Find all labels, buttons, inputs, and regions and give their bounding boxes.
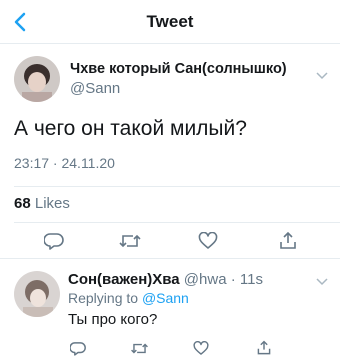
replying-to-label: Replying to [68,290,139,306]
retweet-icon [130,343,148,353]
retweet-button[interactable] [117,230,143,252]
reply-header: Сон(важен)Хва @hwa · 11s [68,271,263,288]
top-bar: Tweet [0,0,340,44]
divider [14,222,340,223]
tweet-text: А чего он такой милый? [14,117,247,140]
page-title: Tweet [146,12,194,31]
reply-icon [70,341,86,356]
tweet-timestamp[interactable]: 23:17 · 24.11.20 [14,155,115,171]
reply-retweet-button[interactable] [128,339,150,357]
reply-avatar[interactable] [14,271,60,317]
share-icon [257,340,271,355]
tweet-options-button[interactable] [314,68,330,84]
reply-share-button[interactable] [254,339,274,357]
author-avatar[interactable] [14,56,60,102]
likes-number: 68 [14,195,31,212]
likes-count[interactable]: 68 Likes [14,195,70,212]
like-icon [193,340,209,355]
like-button[interactable] [196,230,220,252]
replying-to-handle[interactable]: @Sann [142,290,189,306]
reply-text: Ты про кого? [68,311,158,328]
share-icon [280,231,296,249]
likes-label: Likes [34,195,70,212]
reply-options-button[interactable] [314,274,330,290]
author-name[interactable]: Чхве который Сан(солнышко) [70,61,287,77]
reply-reply-button[interactable] [68,339,88,357]
reply-time: · 11s [230,271,263,288]
retweet-icon [119,234,141,248]
author-handle[interactable]: @Sann [70,80,120,97]
like-icon [198,232,218,249]
chevron-down-icon [316,72,328,80]
share-button[interactable] [276,230,300,252]
divider [0,258,340,259]
reply-like-button[interactable] [191,339,211,357]
reply-author-name[interactable]: Сон(важен)Хва [68,271,180,288]
reply-icon [44,233,64,250]
chevron-down-icon [316,278,328,286]
replying-to: Replying to @Sann [68,290,189,306]
reply-button[interactable] [42,230,66,252]
reply-author-handle[interactable]: @hwa [184,271,227,288]
divider [14,186,340,187]
